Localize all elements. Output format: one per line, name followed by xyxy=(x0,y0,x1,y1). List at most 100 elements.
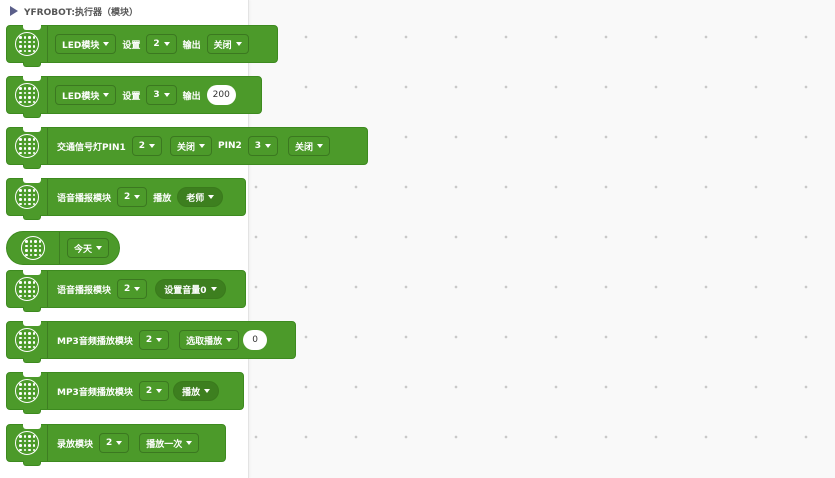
dropdown-value: 2 xyxy=(106,438,113,448)
label-pin2: PIN2 xyxy=(218,141,242,151)
dropdown-arrow-icon xyxy=(103,93,110,97)
label-play: 播放 xyxy=(153,193,172,204)
pin1-dropdown[interactable]: 2 xyxy=(131,136,163,156)
dropdown-arrow-icon xyxy=(226,338,233,342)
block-icon-area xyxy=(7,26,48,62)
dropdown-value: LED模块 xyxy=(62,40,100,51)
dropdown-value: 选取播放 xyxy=(186,336,223,347)
dropdown-arrow-icon xyxy=(163,42,170,46)
dropdown-value: 3 xyxy=(254,141,262,151)
app-root: YFROBOT:执行器（模块） LED模块 设置 2 输出 关闭 LED模块 设… xyxy=(0,0,835,478)
label-set: 设置 xyxy=(122,91,141,102)
block-icon-area xyxy=(7,77,48,113)
dropdown-arrow-icon xyxy=(235,42,242,46)
label-mp3-module: MP3音频播放模块 xyxy=(57,387,133,398)
dropdown-value: 3 xyxy=(153,90,160,100)
pin-dropdown[interactable]: 2 xyxy=(138,381,170,401)
block-icon-area xyxy=(7,179,48,215)
dropdown-value: 播放 xyxy=(182,387,201,398)
block-icon-area xyxy=(7,128,48,164)
word-dropdown[interactable]: 今天 xyxy=(67,238,110,258)
module-icon xyxy=(15,277,39,301)
block-icon-area xyxy=(7,322,48,358)
module-icon xyxy=(15,32,39,56)
block-mp3-select[interactable]: MP3音频播放模块 2 选取播放 0 xyxy=(6,321,296,363)
category-header[interactable]: YFROBOT:执行器（模块） xyxy=(10,4,138,18)
dropdown-arrow-icon xyxy=(156,338,163,342)
track-input[interactable]: 0 xyxy=(243,330,268,350)
block-icon-area xyxy=(7,425,48,461)
dropdown-value: 2 xyxy=(124,284,131,294)
play-mode-dropdown[interactable]: 播放一次 xyxy=(139,433,200,453)
dropdown-value: 老师 xyxy=(186,193,205,204)
volume-dropdown[interactable]: 设置音量0 xyxy=(155,279,226,299)
pin-dropdown[interactable]: 2 xyxy=(117,187,148,207)
label-set: 设置 xyxy=(122,40,141,51)
state-dropdown[interactable]: 关闭 xyxy=(206,34,249,54)
dropdown-arrow-icon xyxy=(210,287,217,291)
module-icon xyxy=(15,83,39,107)
dropdown-arrow-icon xyxy=(134,195,141,199)
module-icon xyxy=(15,134,39,158)
dropdown-value: 今天 xyxy=(74,244,93,255)
module-icon xyxy=(15,431,39,455)
block-voice-volume[interactable]: 语音播报模块 2 设置音量0 xyxy=(6,270,246,312)
dropdown-arrow-icon xyxy=(204,389,211,393)
block-reporter-today[interactable]: 今天 xyxy=(6,231,120,265)
dropdown-arrow-icon xyxy=(103,42,110,46)
label-output: 输出 xyxy=(182,40,201,51)
dropdown-value: 设置音量0 xyxy=(164,285,207,296)
module-icon xyxy=(15,379,39,403)
pin-dropdown[interactable]: 3 xyxy=(146,85,177,105)
dropdown-arrow-icon xyxy=(149,144,156,148)
module-icon xyxy=(15,185,39,209)
block-traffic-light[interactable]: 交通信号灯PIN1 2 关闭 PIN2 3 关闭 xyxy=(6,127,368,169)
block-recorder[interactable]: 录放模块 2 播放一次 xyxy=(6,424,226,466)
dropdown-value: 2 xyxy=(124,192,131,202)
mode-dropdown[interactable]: 选取播放 xyxy=(179,330,240,350)
dropdown-value: 2 xyxy=(145,335,153,345)
pin2-state-dropdown[interactable]: 关闭 xyxy=(288,136,331,156)
module-icon xyxy=(15,328,39,352)
dropdown-arrow-icon xyxy=(156,389,163,393)
label-output: 输出 xyxy=(182,91,201,102)
dropdown-arrow-icon xyxy=(163,93,170,97)
module-dropdown[interactable]: LED模块 xyxy=(55,34,117,54)
dropdown-value: 2 xyxy=(153,39,160,49)
dropdown-arrow-icon xyxy=(317,144,324,148)
dropdown-value: 关闭 xyxy=(213,40,232,51)
block-icon-area xyxy=(7,271,48,307)
pin-dropdown[interactable]: 2 xyxy=(146,34,177,54)
pin-dropdown[interactable]: 2 xyxy=(99,433,130,453)
action-dropdown[interactable]: 播放 xyxy=(173,381,220,401)
label-recorder-module: 录放模块 xyxy=(57,439,94,450)
dropdown-arrow-icon xyxy=(116,441,123,445)
pin-dropdown[interactable]: 2 xyxy=(138,330,170,350)
pin1-state-dropdown[interactable]: 关闭 xyxy=(170,136,213,156)
dropdown-value: LED模块 xyxy=(62,91,100,102)
block-mp3-play[interactable]: MP3音频播放模块 2 播放 xyxy=(6,372,244,414)
block-voice-play[interactable]: 语音播报模块 2 播放 老师 xyxy=(6,178,246,220)
content-dropdown[interactable]: 老师 xyxy=(177,187,224,207)
value-input[interactable]: 200 xyxy=(206,85,236,105)
pin-dropdown[interactable]: 2 xyxy=(117,279,148,299)
block-flyout: YFROBOT:执行器（模块） LED模块 设置 2 输出 关闭 LED模块 设… xyxy=(0,0,368,478)
dropdown-arrow-icon xyxy=(134,287,141,291)
label-mp3-module: MP3音频播放模块 xyxy=(57,336,133,347)
workspace-canvas[interactable] xyxy=(249,0,835,478)
dropdown-arrow-icon xyxy=(96,246,103,250)
dropdown-arrow-icon xyxy=(199,144,206,148)
category-title: YFROBOT:执行器（模块） xyxy=(24,7,139,18)
block-icon-area xyxy=(7,373,48,409)
block-led-value[interactable]: LED模块 设置 3 输出 200 xyxy=(6,76,262,118)
block-led-output[interactable]: LED模块 设置 2 输出 关闭 xyxy=(6,25,278,67)
dropdown-value: 关闭 xyxy=(295,142,314,153)
dropdown-value: 2 xyxy=(145,386,153,396)
module-dropdown[interactable]: LED模块 xyxy=(55,85,117,105)
dropdown-arrow-icon xyxy=(186,441,193,445)
block-icon-area xyxy=(7,232,60,264)
label-voice-module: 语音播报模块 xyxy=(57,193,112,204)
expand-caret-icon[interactable] xyxy=(10,6,18,16)
label-traffic-pin1: 交通信号灯PIN1 xyxy=(57,142,126,153)
pin2-dropdown[interactable]: 3 xyxy=(247,136,279,156)
